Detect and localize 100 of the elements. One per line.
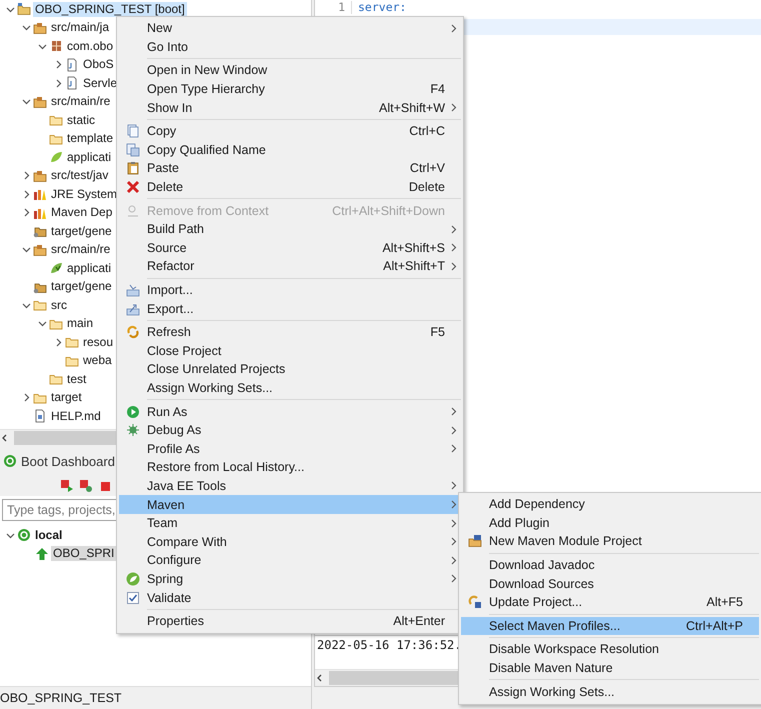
chevron-right-icon: [450, 103, 456, 112]
menu-item[interactable]: Compare With: [119, 532, 461, 552]
tree-item[interactable]: src: [49, 298, 69, 313]
debug-icon: [79, 479, 93, 493]
menu-item[interactable]: Assign Working Sets...: [119, 378, 461, 398]
project-folder-icon: [17, 2, 31, 16]
menu-item[interactable]: Restore from Local History...: [119, 458, 461, 477]
play-icon: [126, 404, 140, 419]
tree-item[interactable]: Maven Dep: [49, 205, 114, 220]
tree-item[interactable]: applicati: [65, 260, 114, 276]
menu-item[interactable]: Profile As: [119, 439, 461, 458]
package-folder-icon: [33, 242, 47, 257]
tree-item[interactable]: src/main/ja: [49, 20, 112, 36]
menu-item[interactable]: Debug As: [119, 420, 461, 440]
tree-item[interactable]: target/gene: [49, 279, 114, 294]
menu-item[interactable]: Add Dependency: [461, 495, 759, 514]
menu-item[interactable]: Close Unrelated Projects: [119, 360, 461, 379]
tree-item[interactable]: test: [65, 372, 88, 387]
menu-item[interactable]: Open in New Window: [119, 61, 461, 80]
folder-icon: [49, 372, 63, 386]
code-text: server:: [357, 1, 406, 14]
tree-item[interactable]: JRE System: [49, 186, 120, 202]
bug-icon: [126, 423, 140, 438]
menu-item[interactable]: Source Alt+Shift+S: [119, 238, 461, 258]
menu-item[interactable]: Copy Qualified Name: [119, 140, 461, 160]
package-folder-icon: [33, 168, 47, 183]
tree-item[interactable]: applicati: [65, 150, 114, 165]
menu-item[interactable]: Add Plugin: [461, 514, 759, 532]
menu-item[interactable]: Assign Working Sets...: [461, 682, 759, 701]
java-file-icon: [65, 58, 79, 72]
menu-item[interactable]: Validate: [119, 588, 461, 607]
start-icon: [60, 479, 74, 493]
delete-icon: [126, 180, 140, 194]
library-icon: [33, 187, 47, 202]
up-arrow-icon: [35, 546, 49, 561]
shortcut-text: F4: [429, 82, 445, 96]
view-tab[interactable]: Boot Dashboard: [3, 454, 115, 468]
menu-item[interactable]: Paste Ctrl+V: [119, 159, 461, 178]
menu-item[interactable]: Java EE Tools: [119, 476, 461, 496]
tree-item[interactable]: target/gene: [49, 224, 114, 239]
tree-item[interactable]: com.obo: [65, 38, 116, 54]
tree-item[interactable]: main: [65, 316, 96, 332]
menu-item[interactable]: Configure: [119, 551, 461, 570]
menu-item[interactable]: Properties Alt+Enter: [119, 612, 461, 630]
tree-item[interactable]: local: [33, 528, 64, 543]
menu-item[interactable]: Run As: [119, 402, 461, 421]
menu-item[interactable]: Close Project: [119, 342, 461, 360]
menu-item[interactable]: Select Maven Profiles... Ctrl+Alt+P: [461, 616, 759, 636]
menu-item[interactable]: Import...: [119, 280, 461, 300]
refresh-icon: [126, 325, 140, 340]
copy-icon: [126, 142, 140, 157]
tree-item[interactable]: src/main/re: [49, 242, 112, 258]
shortcut-text: Ctrl+V: [408, 161, 445, 176]
menu-item[interactable]: Maven: [119, 495, 461, 514]
file-icon: [33, 409, 47, 424]
tree-item[interactable]: src/main/re: [49, 94, 112, 110]
java-file-icon: [65, 76, 79, 90]
chevron-right-icon: [54, 338, 62, 347]
menu-item[interactable]: Refactor Alt+Shift+T: [119, 257, 461, 276]
tree-item[interactable]: Servle: [81, 76, 120, 91]
status-text: OBO_SPRING_TEST: [0, 686, 311, 709]
folder-icon: [49, 113, 63, 128]
tree-item[interactable]: OBO_SPRI: [51, 546, 116, 562]
menu-item[interactable]: Go Into: [119, 38, 461, 56]
tree-item[interactable]: static: [65, 112, 98, 128]
menu-item[interactable]: Export...: [119, 299, 461, 318]
menu-item[interactable]: Download Sources: [461, 574, 759, 593]
menu-item[interactable]: New: [119, 19, 461, 38]
clipboard-icon: [126, 161, 140, 176]
menu-item[interactable]: Spring: [119, 570, 461, 588]
module-folder-icon: [468, 534, 482, 548]
folder-icon: [33, 298, 47, 312]
chevron-right-icon: [450, 24, 456, 33]
tree-item[interactable]: weba: [81, 353, 114, 368]
menu-item[interactable]: New Maven Module Project: [461, 532, 759, 551]
checkbox-icon: [126, 590, 140, 605]
tree-item[interactable]: target: [49, 390, 84, 406]
tree-item[interactable]: OBO_SPRING_TEST [boot]: [33, 2, 187, 17]
menu-item[interactable]: Disable Maven Nature: [461, 658, 759, 678]
menu-item[interactable]: Download Javadoc: [461, 556, 759, 574]
import-icon: [126, 283, 140, 298]
tree-item[interactable]: resou: [81, 334, 116, 350]
menu-item[interactable]: Disable Workspace Resolution: [461, 640, 759, 659]
menu-item[interactable]: Team: [119, 514, 461, 532]
tree-item[interactable]: HELP.md: [49, 408, 103, 424]
leaf-icon: [49, 261, 63, 276]
menu-item[interactable]: Show In Alt+Shift+W: [119, 98, 461, 117]
menu-item[interactable]: Build Path: [119, 220, 461, 239]
menu-item[interactable]: Update Project... Alt+F5: [461, 592, 759, 612]
tree-item[interactable]: template: [65, 131, 116, 146]
tree-item[interactable]: src/test/jav: [49, 168, 110, 184]
leaf-icon: [126, 572, 140, 586]
menu-item[interactable]: Open Type Hierarchy F4: [119, 80, 461, 98]
tree-item[interactable]: OboS: [81, 57, 116, 72]
folder-icon: [65, 335, 79, 350]
chevron-right-icon: [22, 393, 30, 402]
menu-item[interactable]: Copy Ctrl+C: [119, 122, 461, 141]
menu-item[interactable]: Refresh F5: [119, 322, 461, 342]
package-folder-icon: [33, 94, 47, 109]
menu-item[interactable]: Delete Delete: [119, 178, 461, 196]
